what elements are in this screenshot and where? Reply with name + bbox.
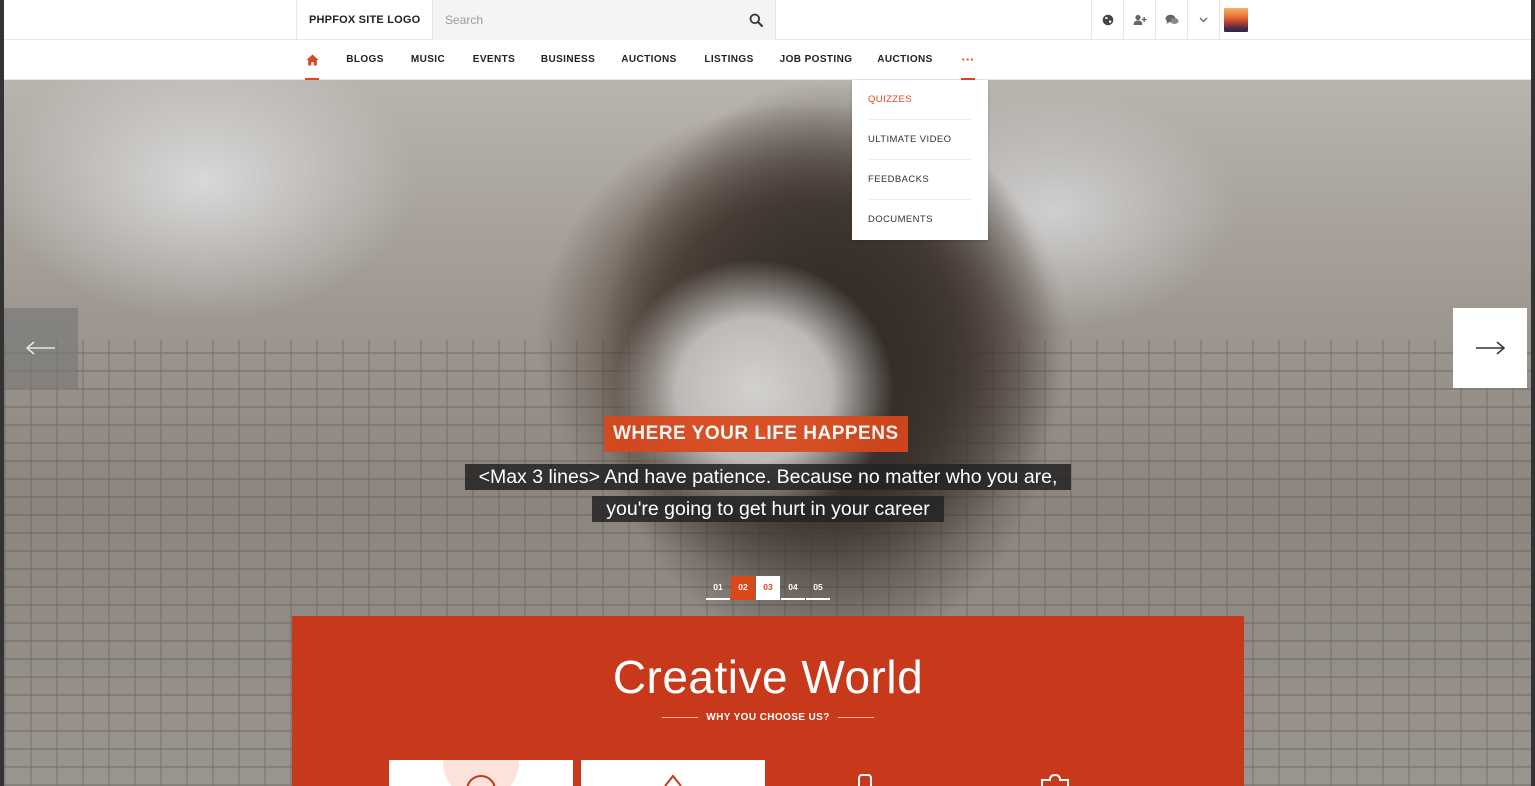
divider-line-right — [837, 716, 874, 718]
section-subtitle-row: WHY YOU CHOOSE US? — [292, 712, 1244, 723]
top-header: PHPFOX SITE LOGO — [4, 0, 1531, 40]
site-logo[interactable]: PHPFOX SITE LOGO — [296, 0, 433, 40]
user-avatar[interactable] — [1224, 8, 1248, 32]
triangle-icon — [664, 774, 682, 786]
circle-icon — [443, 760, 519, 786]
messages-button[interactable] — [1155, 0, 1187, 40]
chat-icon — [1165, 14, 1178, 24]
divider-line-left — [662, 716, 699, 718]
more-dropdown-menu: QUIZZES ULTIMATE VIDEO FEEDBACKS DOCUMEN… — [852, 80, 988, 240]
slider-next-button[interactable] — [1453, 308, 1527, 388]
add-friend-icon — [1133, 14, 1147, 25]
nav-business[interactable]: BUSINESS — [536, 40, 600, 80]
dropdown-item-documents[interactable]: DOCUMENTS — [868, 200, 972, 240]
section-subtitle: WHY YOU CHOOSE US? — [706, 712, 830, 723]
home-icon — [306, 54, 318, 66]
dropdown-item-feedbacks[interactable]: FEEDBACKS — [868, 160, 972, 200]
slide-description: <Max 3 lines> And have patience. Because… — [452, 461, 1084, 525]
feature-card-2[interactable] — [581, 760, 765, 786]
nav-job-posting[interactable]: JOB POSTING — [776, 40, 856, 80]
friend-request-button[interactable] — [1123, 0, 1155, 40]
nav-events[interactable]: EVENTS — [466, 40, 522, 80]
slide-title: WHERE YOUR LIFE HAPPENS — [604, 416, 908, 452]
dropdown-item-quizzes[interactable]: QUIZZES — [868, 80, 972, 120]
divider — [1219, 0, 1220, 40]
arrow-right-icon — [1476, 341, 1505, 355]
feature-card-1[interactable] — [389, 760, 573, 786]
nav-blogs[interactable]: BLOGS — [340, 40, 390, 80]
page: PHPFOX SITE LOGO Search BLOGS MUSIC EVEN… — [0, 0, 1535, 786]
dropdown-item-ultimate-video[interactable]: ULTIMATE VIDEO — [868, 120, 972, 160]
nav-auctions-2[interactable]: AUCTIONS — [872, 40, 938, 80]
account-menu-toggle[interactable] — [1187, 0, 1219, 40]
main-navigation: BLOGS MUSIC EVENTS BUSINESS AUCTIONS LIS… — [4, 40, 1531, 80]
nav-music[interactable]: MUSIC — [404, 40, 452, 80]
arrow-left-icon — [26, 341, 55, 355]
page-dot-4[interactable]: 04 — [781, 576, 805, 600]
page-dot-3[interactable]: 03 — [756, 576, 780, 600]
page-dot-1[interactable]: 01 — [706, 576, 730, 600]
slide-description-text: <Max 3 lines> And have patience. Because… — [464, 464, 1072, 522]
nav-listings[interactable]: LISTINGS — [698, 40, 760, 80]
feature-section: Creative World WHY YOU CHOOSE US? — [292, 616, 1244, 786]
chevron-down-icon — [1199, 17, 1208, 23]
nav-home[interactable] — [296, 40, 328, 80]
page-dot-2[interactable]: 02 — [731, 576, 755, 600]
window-edge-right — [1531, 0, 1535, 786]
slider-prev-button[interactable] — [4, 308, 78, 388]
search-input[interactable] — [433, 0, 723, 40]
search-box — [433, 0, 776, 40]
nav-auctions[interactable]: AUCTIONS — [616, 40, 682, 80]
globe-icon-button[interactable] — [1091, 0, 1123, 40]
slider-pagination: 01 02 03 04 05 — [706, 576, 831, 600]
page-dot-5[interactable]: 05 — [806, 576, 830, 600]
search-icon[interactable] — [749, 13, 763, 27]
puzzle-icon — [1041, 774, 1069, 786]
globe-icon — [1102, 14, 1113, 26]
nav-more-button[interactable]: ··· — [956, 40, 980, 80]
phone-icon — [858, 774, 872, 786]
section-title: Creative World — [612, 651, 924, 703]
